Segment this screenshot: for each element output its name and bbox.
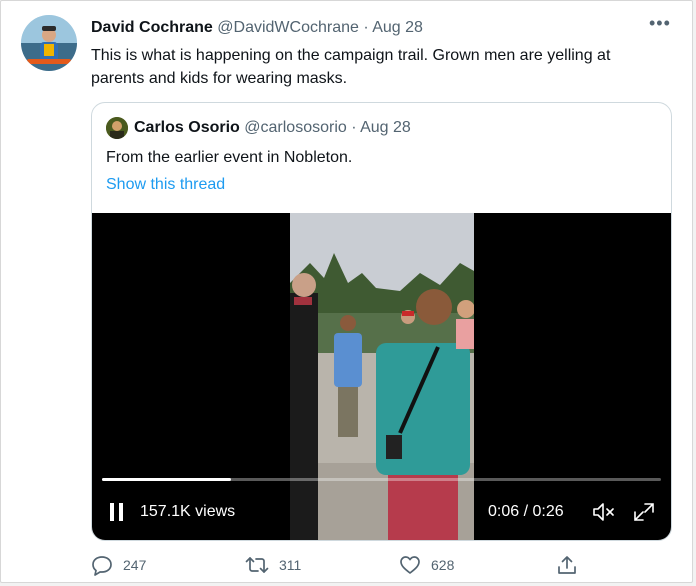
video-views: 157.1K views — [140, 503, 236, 520]
like-count: 628 — [431, 557, 455, 573]
quoted-header: Carlos Osorio @carlososorio · Aug 28 — [134, 118, 411, 138]
heart-icon — [400, 556, 420, 574]
retweet-icon — [245, 557, 269, 573]
reply-icon — [92, 556, 112, 576]
volume-muted-icon[interactable] — [592, 501, 616, 528]
tweet-text: This is what is happening on the campaig… — [91, 47, 611, 87]
video-progress-bar[interactable] — [102, 478, 661, 481]
avatar[interactable] — [21, 15, 77, 71]
video-player[interactable]: 157.1K views 0:06 / 0:26 — [92, 213, 671, 540]
reply-button[interactable]: 247 — [91, 553, 146, 577]
share-button[interactable] — [556, 553, 578, 577]
retweet-button[interactable]: 311 — [245, 553, 301, 577]
quoted-date[interactable]: Aug 28 — [360, 119, 411, 136]
show-thread-link[interactable]: Show this thread — [106, 174, 225, 196]
quoted-text: From the earlier event in Nobleton. — [106, 149, 353, 166]
pause-icon[interactable] — [110, 503, 124, 521]
quoted-author-name[interactable]: Carlos Osorio — [134, 119, 240, 136]
retweet-count: 311 — [279, 557, 302, 573]
like-button[interactable]: 628 — [399, 553, 454, 577]
quoted-handle[interactable]: @carlososorio — [244, 119, 347, 136]
tweet-date[interactable]: Aug 28 — [372, 19, 423, 36]
quoted-avatar[interactable] — [106, 117, 128, 139]
video-frame — [290, 213, 474, 540]
header-separator: · — [363, 19, 369, 36]
author-handle[interactable]: @DavidWCochrane — [217, 19, 359, 36]
share-icon — [558, 556, 576, 574]
video-time: 0:06 / 0:26 — [488, 503, 564, 520]
author-name[interactable]: David Cochrane — [91, 19, 213, 36]
fullscreen-icon[interactable] — [632, 501, 656, 528]
video-progress-fill — [102, 478, 231, 481]
quoted-separator: · — [351, 119, 357, 136]
quoted-tweet[interactable]: Carlos Osorio @carlososorio · Aug 28 Fro… — [91, 102, 672, 541]
tweet-card: David Cochrane @DavidWCochrane · Aug 28 … — [0, 0, 693, 583]
tweet-header: David Cochrane @DavidWCochrane · Aug 28 — [91, 18, 423, 38]
reply-count: 247 — [123, 557, 147, 573]
more-options-icon[interactable]: ••• — [649, 13, 671, 34]
